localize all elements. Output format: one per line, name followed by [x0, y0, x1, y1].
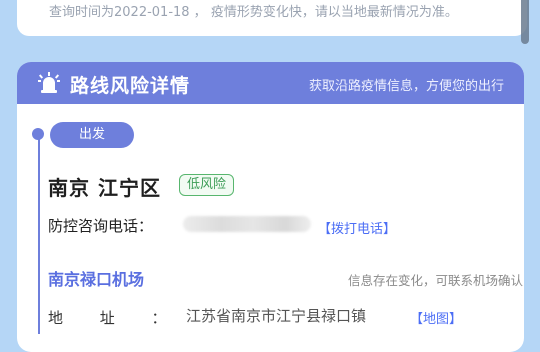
section-title: 路线风险详情 [70, 75, 191, 97]
timeline-dot [32, 128, 44, 140]
phone-number-blurred [183, 216, 311, 232]
address-value: 江苏省南京市江宁县禄口镇 [186, 307, 367, 325]
risk-level-badge: 低风险 [179, 174, 235, 196]
section-subtitle: 获取沿路疫情信息，方便您的出行 [308, 79, 504, 94]
alarm-light-icon [38, 72, 60, 93]
notice-card: 查询时间为2022-01-18 ， 疫情形势变化快，请以当地最新情况为准。 [17, 0, 527, 36]
query-time-notice: 查询时间为2022-01-18 ， 疫情形势变化快，请以当地最新情况为准。 [49, 5, 458, 20]
airport-name-link[interactable]: 南京禄口机场 [48, 266, 144, 290]
airport-note: 信息存在变化，可联系机场确认 [347, 273, 523, 288]
call-phone-link[interactable]: 【拨打电话】 [318, 218, 396, 237]
departure-location: 南京 江宁区 [48, 176, 161, 200]
route-timeline [38, 134, 40, 334]
address-label: 地 址 ： [48, 309, 183, 327]
map-link[interactable]: 【地图】 [410, 308, 462, 327]
phone-label: 防控咨询电话： [48, 217, 154, 235]
route-risk-header: 路线风险详情 获取沿路疫情信息，方便您的出行 [17, 62, 524, 104]
scrollbar[interactable] [521, 0, 529, 44]
departure-pill: 出发 [50, 122, 134, 148]
